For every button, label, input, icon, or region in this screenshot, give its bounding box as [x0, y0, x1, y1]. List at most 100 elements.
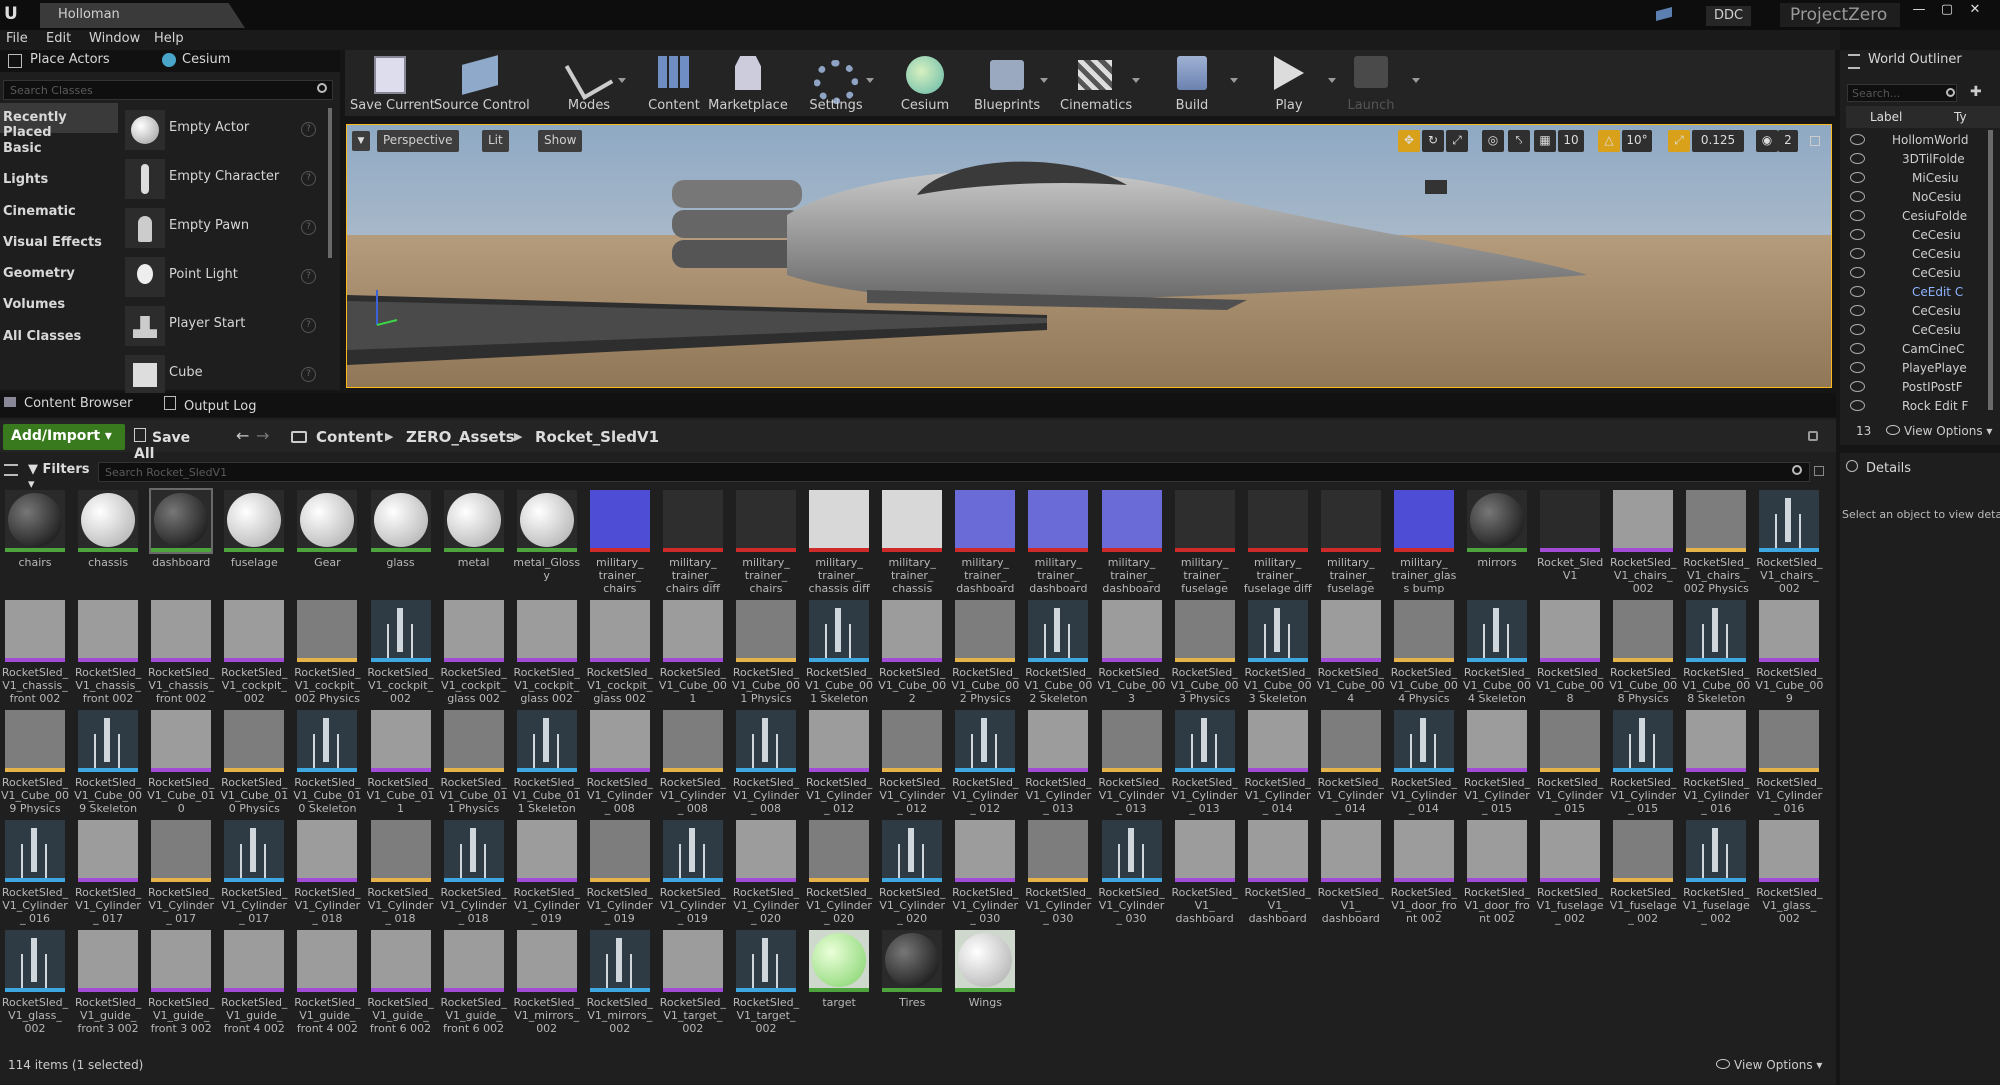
modes-button[interactable]: Modes — [560, 50, 626, 116]
eye-icon[interactable] — [1850, 153, 1865, 164]
eye-icon[interactable] — [1850, 362, 1865, 373]
category-recently-placed[interactable]: Recently Placed — [0, 103, 118, 140]
asset-tile[interactable]: RocketSled_ V1_Cylinder_ 008 Skeleton — [732, 708, 800, 816]
asset-tile[interactable]: RocketSled_ V1_Cylinder_ 018 Skeleton — [440, 818, 508, 926]
asset-tile[interactable]: RocketSled_ V1_Cylinder_ 015 Physics — [1536, 708, 1604, 816]
actor-cube[interactable]: Cube? — [125, 351, 325, 399]
asset-tile[interactable]: RocketSled_ V1_Cylinder_ 008 Physics — [659, 708, 727, 816]
asset-tile[interactable]: military_ trainer_ dashboard — [951, 488, 1019, 596]
menu-window[interactable]: Window — [89, 31, 140, 49]
asset-tile[interactable]: RocketSled_ V1_Cylinder_ 012 Skeleton — [951, 708, 1019, 816]
asset-tile[interactable]: RocketSled_ V1_chairs_ 002 Physics — [1682, 488, 1750, 596]
asset-tile[interactable]: RocketSled_ V1_Cube_004 Physics — [1390, 598, 1458, 706]
outliner-row[interactable]: CesiuFolde — [1846, 207, 2000, 226]
asset-tile[interactable]: RocketSled_ V1_Cube_003 Skeleton — [1244, 598, 1312, 706]
outliner-row[interactable]: PlayePlaye — [1846, 359, 2000, 378]
asset-tile[interactable]: RocketSled_ V1_target_ 002 Skeleton — [732, 928, 800, 1036]
sources-toggle-icon[interactable] — [4, 464, 18, 476]
lit-button[interactable]: Lit — [482, 130, 509, 152]
asset-tile[interactable]: RocketSled_ V1_Cylinder_ 018 Physics — [367, 818, 435, 926]
asset-tile[interactable]: chairs — [1, 488, 69, 596]
world-outliner-tab[interactable]: World Outliner — [1846, 52, 1996, 72]
eye-icon[interactable] — [1850, 191, 1865, 202]
asset-tile[interactable]: RocketSled_ V1_Cube_011 — [367, 708, 435, 816]
asset-tile[interactable]: RocketSled_ V1_Cylinder_ 016 Skeleton — [1, 818, 69, 926]
eye-icon[interactable] — [1850, 400, 1865, 411]
eye-icon[interactable] — [1850, 305, 1865, 316]
asset-tile[interactable]: RocketSled_ V1_Cylinder_ 030 — [951, 818, 1019, 926]
asset-tile[interactable]: RocketSled_ V1_glass_ 002 — [1755, 818, 1823, 926]
grid-snap-icon[interactable]: ▦ — [1534, 130, 1556, 152]
search-classes-input[interactable]: Search Classes — [3, 80, 333, 100]
rotate-tool-icon[interactable]: ↻ — [1422, 130, 1444, 152]
place-actors-tab[interactable]: Place Actors — [2, 52, 152, 72]
camera-speed-value[interactable]: 2 — [1778, 130, 1798, 152]
cinematics-button[interactable]: Cinematics — [1060, 52, 1140, 116]
folder-icon[interactable] — [291, 431, 307, 443]
build-dropdown-icon[interactable] — [1230, 78, 1238, 83]
asset-tile[interactable]: RocketSled_ V1_mirrors_ 002 Skeleton — [586, 928, 654, 1036]
asset-tile[interactable]: military_ trainer_ fuselage — [1171, 488, 1239, 596]
category-cinematic[interactable]: Cinematic — [0, 197, 118, 227]
show-button[interactable]: Show — [538, 130, 583, 152]
launch-dropdown-icon[interactable] — [1412, 78, 1420, 83]
details-tab[interactable]: Details — [1846, 460, 1996, 476]
asset-tile[interactable]: RocketSled_ V1_Cube_009 Physics — [1, 708, 69, 816]
asset-tile[interactable]: RocketSled_ V1_cockpit_ glass 002 — [513, 598, 581, 706]
asset-tile[interactable]: RocketSled_ V1_Cylinder_ 017 Physics — [147, 818, 215, 926]
asset-tile[interactable]: Rocket_Sled V1 — [1536, 488, 1604, 596]
asset-tile[interactable]: RocketSled_ V1_cockpit_ 002 Skeleton — [367, 598, 435, 706]
category-volumes[interactable]: Volumes — [0, 290, 118, 320]
asset-tile[interactable]: RocketSled_ V1_chassis_ front 002 — [1, 598, 69, 706]
asset-tile[interactable]: RocketSled_ V1_Cylinder_ 019 Physics — [586, 818, 654, 926]
search-icon[interactable] — [1792, 465, 1802, 475]
asset-tile[interactable]: RocketSled_ V1_guide_ front 4 002 — [293, 928, 361, 1036]
asset-tile[interactable]: chassis — [74, 488, 142, 596]
translate-tool-icon[interactable]: ✥ — [1398, 130, 1420, 152]
save-search-icon[interactable] — [1814, 466, 1824, 476]
grid-snap-value[interactable]: 10 — [1558, 130, 1584, 152]
column-label[interactable]: Label — [1870, 110, 1902, 124]
save-all-button[interactable]: Save All — [134, 428, 214, 462]
content-browser-tab[interactable]: Content Browser — [4, 396, 144, 411]
asset-tile[interactable]: RocketSled_ V1_Cube_004 — [1317, 598, 1385, 706]
asset-tile[interactable]: RocketSled_ V1_Cylinder_ 020 Skeleton — [878, 818, 946, 926]
asset-tile[interactable]: military_ trainer_ fuselage diff — [1244, 488, 1312, 596]
outliner-scrollbar[interactable] — [1988, 130, 1993, 410]
asset-tile[interactable]: RocketSled_ V1_Cube_002 Physics — [951, 598, 1019, 706]
minimize-icon[interactable]: — — [1908, 2, 1930, 24]
asset-tile[interactable]: RocketSled_ V1_Cylinder_ 018 — [293, 818, 361, 926]
category-geometry[interactable]: Geometry — [0, 259, 118, 289]
play-dropdown-icon[interactable] — [1328, 78, 1336, 83]
scale-snap-icon[interactable]: ⤢ — [1668, 130, 1690, 152]
unreal-logo-icon[interactable]: U — [4, 4, 28, 26]
asset-tile[interactable]: metal — [440, 488, 508, 596]
asset-tile[interactable]: mirrors — [1463, 488, 1531, 596]
save-current-button[interactable]: Save Current — [350, 52, 435, 116]
asset-tile[interactable]: RocketSled_ V1_ dashboard — [1244, 818, 1312, 926]
asset-tile[interactable]: RocketSled_ V1_Cube_003 — [1098, 598, 1166, 706]
menu-file[interactable]: File — [6, 31, 28, 49]
category-visual-effects[interactable]: Visual Effects — [0, 228, 118, 258]
asset-tile[interactable]: RocketSled_ V1_guide_ front 6 002 — [367, 928, 435, 1036]
help-icon[interactable]: ? — [301, 318, 316, 333]
eye-icon[interactable] — [1850, 210, 1865, 221]
asset-search-input[interactable]: Search Rocket_SledV1 — [98, 462, 1810, 482]
maximize-icon[interactable]: ▢ — [1936, 2, 1958, 24]
asset-tile[interactable]: RocketSled_ V1_Cylinder_ 012 — [805, 708, 873, 816]
asset-tile[interactable]: RocketSled_ V1_Cube_009 — [1755, 598, 1823, 706]
outliner-row[interactable]: MiCesiu — [1846, 169, 2000, 188]
lock-icon[interactable] — [1808, 431, 1818, 441]
modes-dropdown-icon[interactable] — [618, 78, 626, 83]
content-button[interactable]: Content — [644, 52, 704, 116]
asset-tile[interactable]: military_ trainer_ dashboard — [1098, 488, 1166, 596]
asset-tile[interactable]: military_ trainer_ chassis — [878, 488, 946, 596]
close-icon[interactable]: ✕ — [1964, 2, 1986, 24]
asset-tile[interactable]: RocketSled_ V1_Cylinder_ 013 — [1024, 708, 1092, 816]
help-icon[interactable]: ? — [301, 367, 316, 382]
asset-tile[interactable]: RocketSled_ V1_Cube_008 Skeleton — [1682, 598, 1750, 706]
asset-tile[interactable]: RocketSled_ V1_fuselage_ 002 Physics — [1609, 818, 1677, 926]
category-basic[interactable]: Basic — [0, 134, 118, 164]
asset-tile[interactable]: target — [805, 928, 873, 1036]
ddc-indicator[interactable]: DDC — [1706, 6, 1752, 26]
